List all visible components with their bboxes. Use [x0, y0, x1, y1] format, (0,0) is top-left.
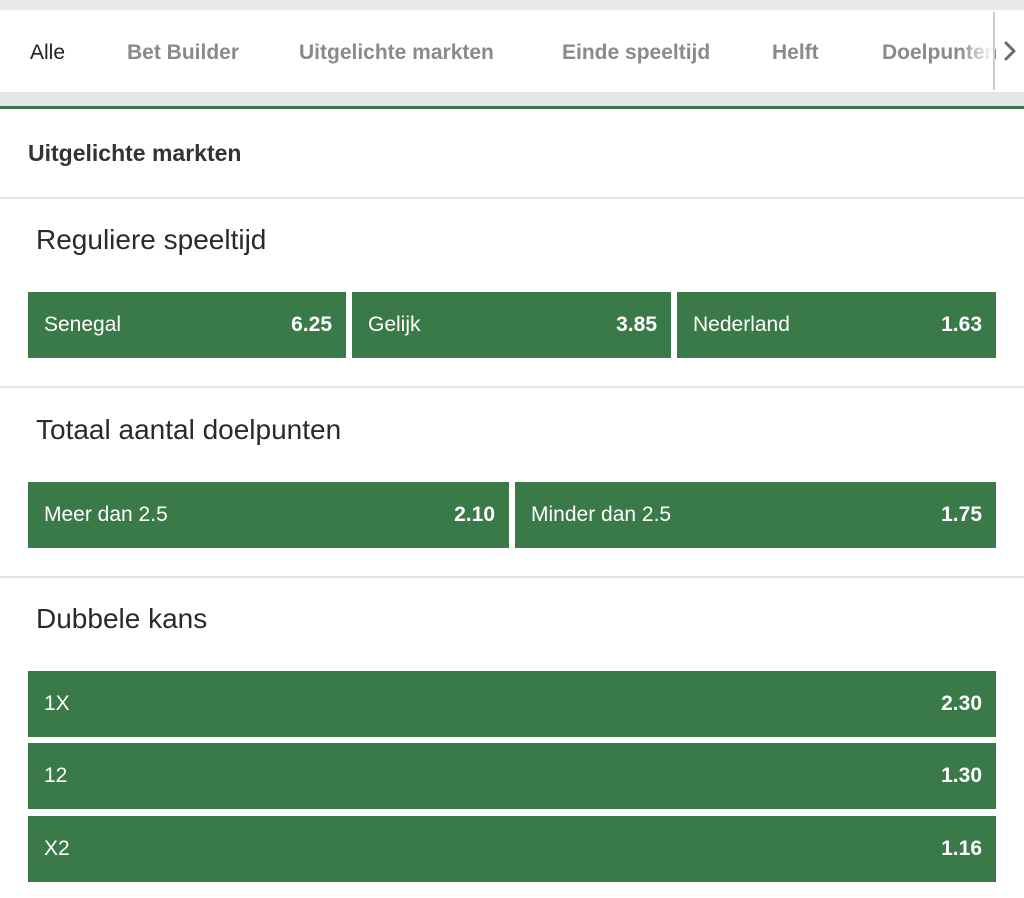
tab-bet-builder[interactable]: Bet Builder [127, 10, 239, 92]
odds-button-nederland[interactable]: Nederland 1.63 [677, 292, 996, 358]
odds-button-meer-dan[interactable]: Meer dan 2.5 2.10 [28, 482, 509, 548]
outcome-label: Senegal [44, 313, 122, 336]
outcome-label: X2 [44, 837, 70, 860]
market-title-reguliere-speeltijd: Reguliere speeltijd [36, 224, 267, 255]
chevron-right-icon [1004, 41, 1016, 61]
outcome-label: 12 [44, 764, 68, 787]
tab-einde-speeltijd[interactable]: Einde speeltijd [562, 10, 710, 92]
tab-helft[interactable]: Helft [772, 10, 819, 92]
tab-scroll-right-button[interactable] [996, 10, 1024, 92]
outcome-odds: 1.63 [941, 313, 982, 336]
odds-button-12[interactable]: 12 1.30 [28, 743, 996, 809]
outcome-odds: 1.16 [941, 837, 982, 860]
tab-uitgelichte-markten[interactable]: Uitgelichte markten [299, 10, 494, 92]
tabs-separator-band [0, 92, 1024, 106]
divider [0, 197, 1024, 199]
market-title-dubbele-kans: Dubbele kans [36, 603, 208, 634]
odds-button-1x[interactable]: 1X 2.30 [28, 671, 996, 737]
section-title: Uitgelichte markten [28, 140, 242, 166]
divider [0, 576, 1024, 578]
odds-button-gelijk[interactable]: Gelijk 3.85 [352, 292, 671, 358]
top-strip [0, 0, 1024, 10]
outcome-label: Nederland [693, 313, 790, 336]
tab-scroll-divider [993, 12, 995, 90]
outcome-label: Gelijk [368, 313, 421, 336]
outcome-odds: 3.85 [616, 313, 657, 336]
outcome-odds: 2.30 [941, 692, 982, 715]
outcome-label: Minder dan 2.5 [531, 503, 672, 526]
outcome-odds: 1.30 [941, 764, 982, 787]
outcome-odds: 1.75 [941, 503, 982, 526]
odds-button-x2[interactable]: X2 1.16 [28, 816, 996, 882]
odds-button-minder-dan[interactable]: Minder dan 2.5 1.75 [515, 482, 996, 548]
market-title-totaal-doelpunten: Totaal aantal doelpunten [36, 414, 342, 445]
outcome-label: Meer dan 2.5 [44, 503, 168, 526]
odds-button-senegal[interactable]: Senegal 6.25 [28, 292, 346, 358]
tab-fade [960, 10, 994, 92]
divider [0, 386, 1024, 388]
market-tabs: Alle Bet Builder Uitgelichte markten Ein… [0, 10, 1024, 92]
outcome-label: 1X [44, 692, 70, 715]
outcome-odds: 2.10 [454, 503, 495, 526]
tab-alle[interactable]: Alle [30, 10, 65, 92]
accent-line [0, 106, 1024, 109]
outcome-odds: 6.25 [291, 313, 332, 336]
